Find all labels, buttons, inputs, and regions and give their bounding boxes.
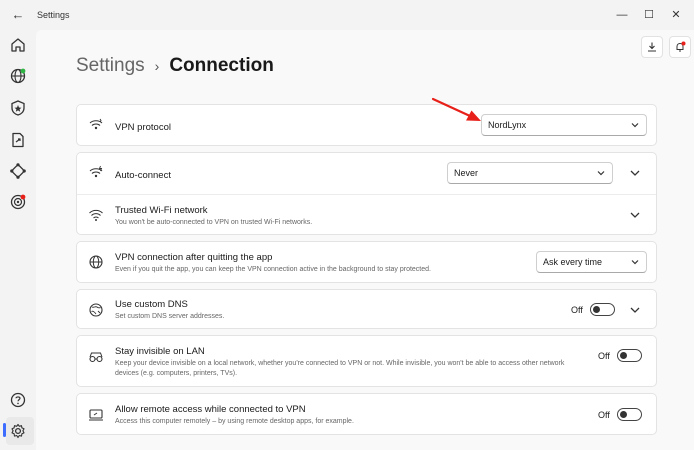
protocol-signal-icon (89, 118, 103, 130)
toggle-knob (592, 306, 600, 313)
remote-access-description: Access this computer remotely – by using… (115, 418, 354, 425)
vpn-after-quit-description: Even if you quit the app, you can keep t… (115, 266, 431, 273)
shield-icon[interactable] (9, 99, 27, 117)
download-button[interactable] (641, 36, 663, 58)
vpn-after-quit-value: Ask every time (543, 257, 603, 267)
invisible-glasses-icon (89, 352, 103, 363)
page-title: Connection (169, 55, 274, 76)
chevron-down-icon (631, 260, 639, 265)
dns-globe-icon (89, 303, 103, 317)
auto-connect-expand-chevron-icon[interactable] (628, 166, 642, 180)
remote-access-toggle-group: Off (598, 408, 642, 421)
trusted-wifi-label: Trusted Wi-Fi network (115, 205, 208, 216)
breadcrumb-parent[interactable]: Settings (76, 55, 145, 77)
download-icon (648, 42, 656, 52)
toggle-knob (619, 352, 627, 359)
custom-dns-toggle[interactable] (589, 303, 615, 316)
chevron-down-icon (631, 123, 639, 128)
auto-connect-value: Never (454, 168, 479, 178)
custom-dns-card: Use custom DNS Set custom DNS server add… (76, 289, 657, 329)
active-item-indicator (3, 423, 6, 437)
invisible-lan-toggle-label: Off (598, 350, 610, 361)
meshnet-icon[interactable] (9, 162, 27, 180)
vpn-protocol-card: VPN protocol NordLynx (76, 104, 657, 146)
auto-connect-row: Auto-connect Never (77, 153, 656, 194)
breadcrumb-separator: › (154, 58, 160, 74)
toggle-knob (619, 411, 627, 418)
invisible-lan-description: Keep your device invisible on a local ne… (115, 360, 565, 377)
trusted-wifi-description: You won't be auto-connected to VPN on tr… (115, 219, 313, 226)
vpn-after-quit-card: VPN connection after quitting the app Ev… (76, 241, 657, 283)
wifi-icon (89, 209, 103, 221)
custom-dns-label: Use custom DNS (115, 299, 188, 310)
settings-icon[interactable] (9, 422, 27, 440)
breadcrumb: Settings › Connection (76, 53, 274, 79)
remote-access-toggle[interactable] (616, 408, 642, 421)
globe-icon[interactable] (9, 67, 27, 85)
home-icon[interactable] (9, 36, 27, 54)
app-title: Settings (37, 10, 70, 20)
close-button[interactable]: ✕ (666, 7, 686, 23)
auto-connect-card: Auto-connect Never Trusted Wi-Fi network… (76, 152, 657, 235)
remote-desktop-icon (89, 409, 103, 421)
back-arrow-icon[interactable]: ← (10, 8, 26, 22)
title-bar: ← Settings — ☐ ✕ (0, 0, 694, 30)
remote-access-toggle-label: Off (598, 409, 610, 420)
custom-dns-toggle-group: Off (571, 303, 615, 316)
sidebar (0, 30, 36, 450)
remote-access-label: Allow remote access while connected to V… (115, 404, 306, 415)
bell-icon (676, 41, 686, 52)
notifications-button[interactable] (669, 36, 691, 58)
invisible-lan-toggle-group: Off (598, 349, 642, 362)
auto-connect-label: Auto-connect (115, 170, 171, 181)
content-area (36, 30, 694, 450)
invisible-lan-toggle[interactable] (616, 349, 642, 362)
remote-access-card: Allow remote access while connected to V… (76, 393, 657, 435)
custom-dns-description: Set custom DNS server addresses. (115, 313, 225, 320)
vpn-protocol-label: VPN protocol (115, 122, 171, 133)
help-icon[interactable] (9, 391, 27, 409)
maximize-button[interactable]: ☐ (639, 7, 659, 23)
custom-dns-expand-chevron-icon[interactable] (628, 303, 642, 317)
file-share-icon[interactable] (9, 131, 27, 149)
custom-dns-toggle-label: Off (571, 304, 583, 315)
minimize-button[interactable]: — (612, 7, 632, 23)
trusted-wifi-expand-chevron-icon[interactable] (628, 208, 642, 222)
chevron-down-icon (597, 171, 605, 176)
invisible-lan-card: Stay invisible on LAN Keep your device i… (76, 335, 657, 387)
globe-icon (89, 255, 103, 269)
invisible-lan-label: Stay invisible on LAN (115, 346, 205, 357)
trusted-wifi-row[interactable]: Trusted Wi-Fi network You won't be auto-… (77, 194, 656, 235)
vpn-protocol-dropdown[interactable]: NordLynx (481, 114, 647, 136)
vpn-protocol-value: NordLynx (488, 120, 527, 130)
target-icon[interactable] (9, 193, 27, 211)
vpn-after-quit-label: VPN connection after quitting the app (115, 252, 273, 263)
vpn-after-quit-dropdown[interactable]: Ask every time (536, 251, 647, 273)
auto-connect-icon (89, 165, 103, 178)
auto-connect-dropdown[interactable]: Never (447, 162, 613, 184)
